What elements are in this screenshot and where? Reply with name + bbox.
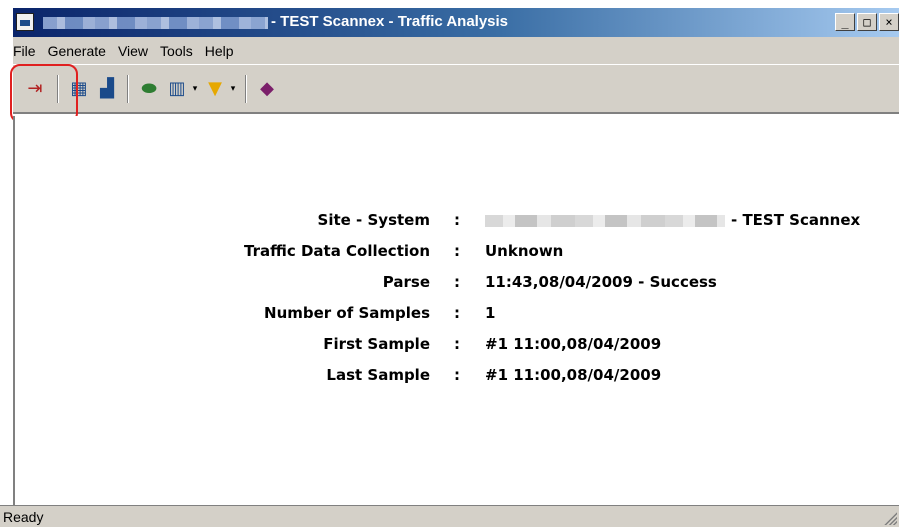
- toolbar-separator: [245, 75, 247, 103]
- info-separator: :: [454, 273, 460, 291]
- info-value: 11:43,08/04/2009 - Success: [485, 273, 717, 291]
- filter-dropdown-arrow[interactable]: ▾: [229, 84, 237, 94]
- app-icon[interactable]: [16, 13, 34, 31]
- info-label: Last Sample: [326, 366, 430, 384]
- top-strip: [0, 0, 899, 8]
- info-value: Unknown: [485, 242, 564, 260]
- info-label: Site - System: [317, 211, 430, 229]
- app-window: - TEST Scannex - Traffic Analysis _ □ × …: [0, 0, 899, 527]
- menu-help[interactable]: Help: [199, 43, 240, 59]
- info-separator: :: [454, 366, 460, 384]
- info-separator: :: [454, 335, 460, 353]
- blurred-site-name: [43, 17, 268, 29]
- title-bar[interactable]: - TEST Scannex - Traffic Analysis _ □ ×: [13, 8, 899, 37]
- info-panel: Site - System: - TEST Scannex Traffic Da…: [13, 116, 899, 505]
- window-controls: _ □ ×: [835, 13, 899, 31]
- info-label: Parse: [382, 273, 430, 291]
- columns-dropdown-arrow[interactable]: ▾: [191, 84, 199, 94]
- toolbar-separator: [57, 75, 59, 103]
- database-icon[interactable]: ⬬: [137, 77, 161, 101]
- info-value: - TEST Scannex: [731, 211, 861, 229]
- filter-icon[interactable]: ▼: [203, 77, 227, 101]
- columns-icon[interactable]: ▥: [165, 77, 189, 101]
- menu-generate[interactable]: Generate: [42, 43, 112, 59]
- blurred-site-value: [485, 214, 725, 227]
- toolbar: ⇥ ▦ ▟ ⬬ ▥ ▾ ▼ ▾ ◆: [13, 64, 899, 114]
- info-separator: :: [454, 242, 460, 260]
- report-chart-icon[interactable]: ▟: [95, 77, 119, 101]
- info-value: #1 11:00,08/04/2009: [485, 335, 662, 353]
- info-value: 1: [485, 304, 496, 322]
- close-button[interactable]: ×: [879, 13, 899, 31]
- exit-door-icon[interactable]: ⇥: [23, 77, 47, 101]
- maximize-button[interactable]: □: [857, 13, 877, 31]
- menu-bar: File Generate View Tools Help: [13, 37, 899, 64]
- info-label: Traffic Data Collection: [244, 242, 430, 260]
- resize-grip-icon[interactable]: [883, 511, 897, 525]
- minimize-button[interactable]: _: [835, 13, 855, 31]
- info-value: #1 11:00,08/04/2009: [485, 366, 662, 384]
- info-separator: :: [454, 304, 460, 322]
- menu-tools[interactable]: Tools: [154, 43, 199, 59]
- window-title: - TEST Scannex - Traffic Analysis: [271, 13, 509, 30]
- status-text: Ready: [3, 509, 44, 525]
- chart-window-icon[interactable]: ▦: [67, 77, 91, 101]
- info-label: Number of Samples: [264, 304, 430, 322]
- info-separator: :: [454, 211, 460, 229]
- menu-file[interactable]: File: [13, 43, 42, 59]
- menu-view[interactable]: View: [112, 43, 154, 59]
- status-bar: Ready: [0, 505, 899, 527]
- toolbar-separator: [127, 75, 129, 103]
- book-icon[interactable]: ◆: [255, 77, 279, 101]
- info-label: First Sample: [323, 335, 430, 353]
